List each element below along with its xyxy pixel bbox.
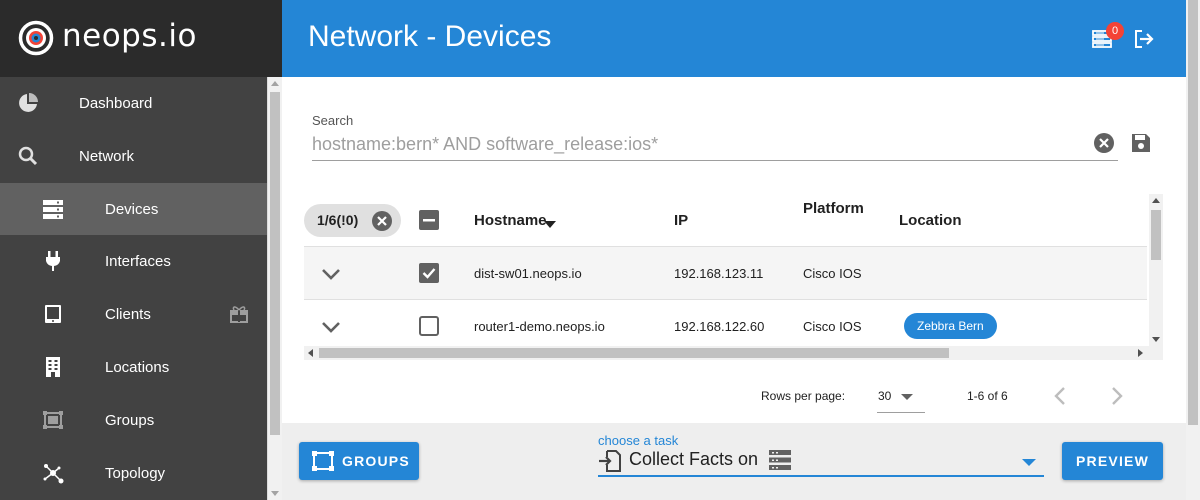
- search-input[interactable]: [312, 129, 1118, 161]
- scroll-left-arrow[interactable]: [308, 349, 313, 357]
- groups-button-label: GROUPS: [342, 453, 410, 469]
- sidebar-item-clients[interactable]: Clients: [0, 288, 267, 340]
- task-footer: GROUPS choose a task Collect Facts on PR…: [282, 423, 1186, 500]
- table-header: 1/6(!0) Hostname IP Platform Location: [304, 194, 1147, 247]
- platform-cell: Cisco IOS: [803, 266, 862, 281]
- sidebar-item-label: Clients: [105, 305, 151, 323]
- group-icon: [312, 451, 334, 471]
- row-checkbox-checked[interactable]: [419, 263, 439, 283]
- select-all-checkbox[interactable]: [419, 210, 439, 230]
- sort-desc-icon[interactable]: [544, 221, 556, 228]
- preview-button[interactable]: PREVIEW: [1062, 442, 1163, 480]
- scrollbar-thumb[interactable]: [1151, 210, 1161, 260]
- sidebar-item-dashboard[interactable]: Dashboard: [0, 77, 267, 129]
- location-chip[interactable]: Zebbra Bern: [904, 313, 997, 339]
- expand-row-icon[interactable]: [321, 317, 341, 337]
- scrollbar-thumb[interactable]: [270, 92, 280, 435]
- platform-cell: Cisco IOS: [803, 319, 862, 334]
- ip-cell: 192.168.123.11: [674, 266, 764, 281]
- column-header-ip[interactable]: IP: [674, 212, 688, 229]
- sidebar-item-locations[interactable]: Locations: [0, 341, 267, 393]
- scrollbar-thumb[interactable]: [319, 348, 949, 358]
- ip-cell: 192.168.122.60: [674, 319, 765, 334]
- page-title: Network - Devices: [308, 20, 552, 53]
- save-search-icon[interactable]: [1130, 132, 1152, 154]
- notification-badge: 0: [1106, 22, 1124, 40]
- expand-row-icon[interactable]: [321, 264, 341, 284]
- main-content: Search 1/6(!0) Hostname IP Platform Loca…: [282, 77, 1186, 423]
- page-scrollbar[interactable]: [1186, 0, 1200, 500]
- sidebar-item-label: Topology: [105, 464, 166, 482]
- previous-page-icon[interactable]: [1050, 385, 1072, 407]
- logo-text: neops.io: [62, 18, 197, 54]
- scroll-up-arrow[interactable]: [271, 81, 279, 86]
- table-vertical-scrollbar[interactable]: [1149, 194, 1163, 346]
- scroll-up-arrow[interactable]: [1152, 198, 1160, 203]
- table-horizontal-scrollbar[interactable]: [304, 346, 1163, 360]
- sidebar-item-label: Dashboard: [79, 94, 153, 112]
- clear-selection-icon[interactable]: [372, 211, 392, 231]
- server-icon: [42, 198, 64, 220]
- dropdown-caret-icon[interactable]: [1022, 459, 1036, 466]
- import-task-icon: [598, 449, 622, 473]
- clear-search-icon[interactable]: [1093, 132, 1115, 154]
- selection-count: 1/6(!0): [317, 212, 359, 228]
- column-header-platform[interactable]: Platform: [803, 200, 864, 217]
- logo-bar: neops.io: [0, 0, 282, 77]
- selection-chip[interactable]: 1/6(!0): [304, 204, 401, 237]
- row-checkbox-unchecked[interactable]: [419, 316, 439, 336]
- column-header-hostname[interactable]: Hostname: [474, 212, 547, 229]
- rows-per-page-select[interactable]: 30: [877, 381, 925, 413]
- logout-icon[interactable]: [1133, 28, 1155, 50]
- sidebar-item-label: Groups: [105, 411, 155, 429]
- tablet-icon: [42, 303, 64, 325]
- scrollbar-thumb[interactable]: [1188, 0, 1198, 425]
- hostname-cell[interactable]: dist-sw01.neops.io: [474, 266, 582, 281]
- search-icon: [17, 145, 39, 167]
- table-row[interactable]: dist-sw01.neops.io 192.168.123.11 Cisco …: [304, 247, 1147, 300]
- server-icon: [768, 449, 792, 471]
- topology-icon: [42, 462, 64, 484]
- dropdown-caret-icon: [901, 394, 913, 400]
- search-label: Search: [312, 113, 354, 128]
- plug-icon: [42, 250, 64, 272]
- rows-per-page-value: 30: [878, 389, 892, 403]
- neops-logo-icon: [18, 20, 54, 56]
- sidebar-item-label: Network: [79, 147, 135, 165]
- task-select-label: choose a task: [598, 433, 679, 448]
- header: Network - Devices 0: [282, 0, 1186, 77]
- gift-icon[interactable]: [228, 303, 250, 325]
- group-icon: [42, 409, 64, 431]
- sidebar-item-interfaces[interactable]: Interfaces: [0, 235, 267, 287]
- sidebar-item-label: Locations: [105, 358, 170, 376]
- scroll-down-arrow[interactable]: [1152, 337, 1160, 342]
- scroll-right-arrow[interactable]: [1138, 349, 1143, 357]
- next-page-icon[interactable]: [1105, 385, 1127, 407]
- task-select-value: Collect Facts on: [629, 449, 759, 469]
- devices-table: 1/6(!0) Hostname IP Platform Location di…: [304, 194, 1163, 364]
- sidebar-item-label: Devices: [105, 200, 159, 218]
- task-select[interactable]: Collect Facts on: [598, 449, 1044, 477]
- rows-per-page-label: Rows per page:: [761, 389, 846, 403]
- column-header-location[interactable]: Location: [899, 212, 962, 229]
- scroll-down-arrow[interactable]: [271, 491, 279, 496]
- sidebar-item-network[interactable]: Network: [0, 130, 267, 182]
- pie-chart-icon: [17, 92, 39, 114]
- sidebar-item-groups[interactable]: Groups: [0, 394, 267, 446]
- sidebar-item-label: Interfaces: [105, 252, 171, 270]
- sidebar-item-topology[interactable]: Topology: [0, 447, 267, 499]
- pagination-range: 1-6 of 6: [967, 389, 1008, 403]
- groups-button[interactable]: GROUPS: [299, 442, 419, 480]
- building-icon: [42, 356, 64, 378]
- sidebar-scrollbar[interactable]: [267, 77, 282, 500]
- sidebar-item-devices[interactable]: Devices: [0, 183, 267, 235]
- hostname-cell[interactable]: router1-demo.neops.io: [474, 319, 605, 334]
